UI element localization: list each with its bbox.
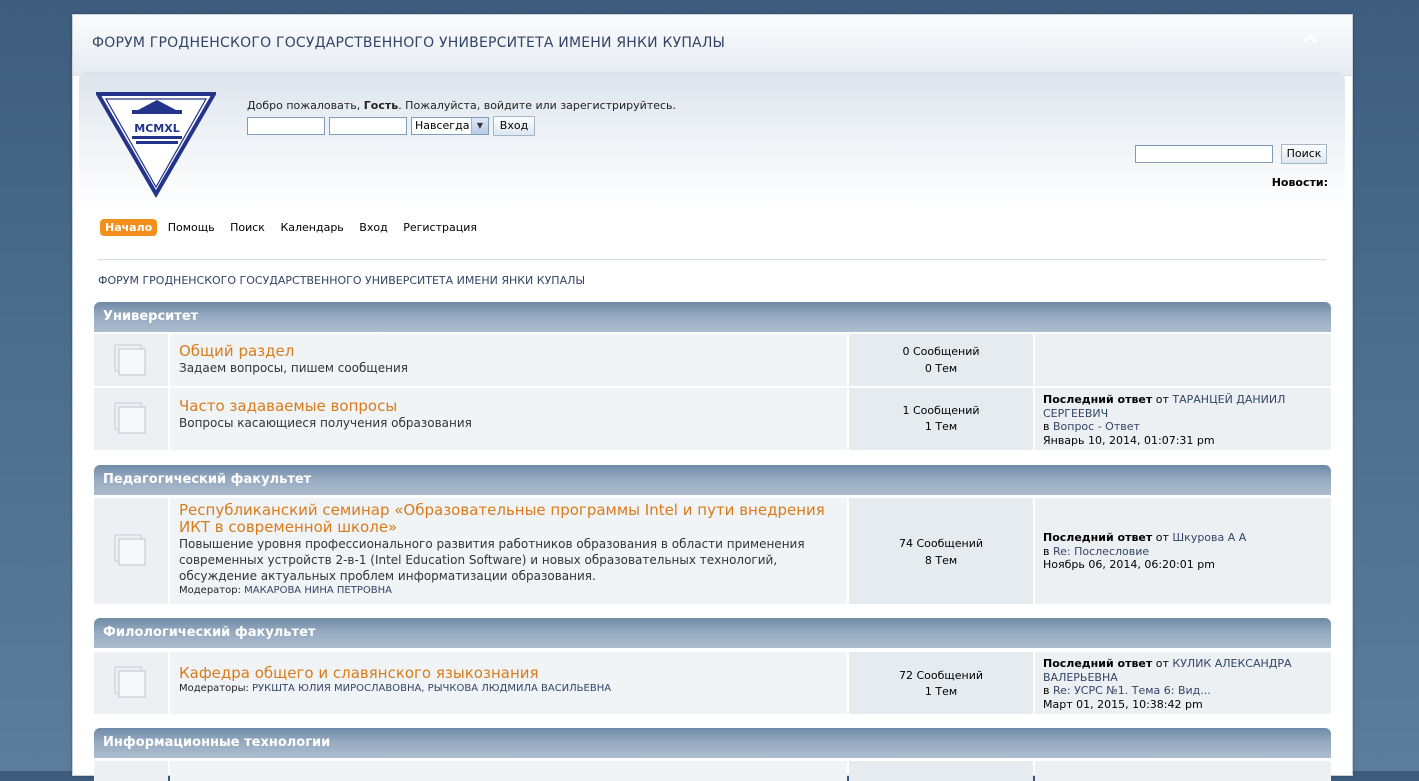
board-icon-cell xyxy=(94,652,168,714)
chevron-down-icon[interactable]: ▼ xyxy=(471,118,488,134)
board-icon-cell xyxy=(94,761,168,781)
moderator-link[interactable]: МАКАРОВА НИНА ПЕТРОВНА xyxy=(244,585,392,596)
board-stats-cell: 1 Сообщений 1 Тем xyxy=(849,388,1033,450)
board-row: Общий раздел Задаем вопросы, пишем сообщ… xyxy=(94,334,1331,386)
password-input[interactable] xyxy=(329,117,407,135)
board-lastpost-cell xyxy=(1035,761,1331,781)
divider xyxy=(98,259,1326,260)
board-link[interactable]: Часто задаваемые вопросы xyxy=(179,398,841,415)
board-info-cell: Общий раздел Задаем вопросы, пишем сообщ… xyxy=(170,334,847,386)
board-info-cell: Кафедра общего и славянского языкознания… xyxy=(170,652,847,714)
last-post-topic[interactable]: Вопрос - Ответ xyxy=(1053,420,1140,433)
in-label: в xyxy=(1043,420,1053,433)
last-post-label: Последний ответ xyxy=(1043,657,1153,670)
board-link[interactable]: Республиканский семинар «Образовательные… xyxy=(179,502,841,536)
search-input[interactable] xyxy=(1135,145,1273,163)
last-post-author[interactable]: Шкурова А А xyxy=(1172,531,1246,544)
cookie-length-select[interactable]: Навсегда ▼ xyxy=(411,117,489,135)
board-description: Вопросы касающиеся получения образования xyxy=(179,416,472,430)
welcome-prefix: Добро пожаловать, xyxy=(247,99,364,112)
category-header[interactable]: Педагогический факультет xyxy=(94,465,1331,495)
board-no-new-posts-icon[interactable] xyxy=(112,532,148,568)
last-post-topic[interactable]: Re: УСРС №1. Тема 6: Вид... xyxy=(1053,684,1211,697)
board-row: Часто задаваемые вопросы Вопросы касающи… xyxy=(94,388,1331,450)
menu-home[interactable]: Начало xyxy=(100,219,158,236)
collapse-header-icon[interactable] xyxy=(1302,31,1318,45)
main-menu: Начало Помощь Поиск Календарь Вход Регис… xyxy=(100,219,484,239)
university-logo: MCMXL xyxy=(96,92,216,198)
board-stats-cell: 74 Сообщений 8 Тем xyxy=(849,498,1033,604)
board-icon-cell xyxy=(94,388,168,450)
board-no-new-posts-icon[interactable] xyxy=(112,400,148,436)
by-label: от xyxy=(1152,393,1173,406)
category-header[interactable]: Информационные технологии xyxy=(94,728,1331,758)
login-button[interactable]: Вход xyxy=(493,116,535,136)
board-lastpost-cell: Последний ответ от Шкурова А А в Re: Пос… xyxy=(1035,498,1331,604)
board-stats-cell: 72 Сообщений 1 Тем xyxy=(849,652,1033,714)
board-lastpost-cell xyxy=(1035,334,1331,386)
top-section: ФОРУМ ГРОДНЕНСКОГО ГОСУДАРСТВЕННОГО УНИВ… xyxy=(73,15,1352,76)
menu-search[interactable]: Поиск xyxy=(225,219,270,236)
by-label: от xyxy=(1152,531,1173,544)
menu-login[interactable]: Вход xyxy=(354,219,392,236)
board-row xyxy=(94,761,1331,781)
board-description: Повышение уровня профессионального разви… xyxy=(179,537,805,583)
board-topics-count: 8 Тем xyxy=(924,554,958,567)
last-post-date: Март 01, 2015, 10:38:42 pm xyxy=(1043,697,1203,711)
board-info-cell: Часто задаваемые вопросы Вопросы касающи… xyxy=(170,388,847,450)
page-wrapper: ФОРУМ ГРОДНЕНСКОГО ГОСУДАРСТВЕННОГО УНИВ… xyxy=(72,14,1353,781)
last-post-date: Ноябрь 06, 2014, 06:20:01 pm xyxy=(1043,558,1215,571)
board-info-cell: Республиканский семинар «Образовательные… xyxy=(170,498,847,604)
welcome-suffix: . Пожалуйста, войдите или зарегистрируйт… xyxy=(398,99,677,112)
moderator-label: Модератор: xyxy=(179,585,245,596)
last-post-date: Январь 10, 2014, 01:07:31 pm xyxy=(1043,433,1215,447)
forum-title: ФОРУМ ГРОДНЕНСКОГО ГОСУДАРСТВЕННОГО УНИВ… xyxy=(92,35,726,51)
moderator-link[interactable]: РУКШТА ЮЛИЯ МИРОСЛАВОВНА, РЫЧКОВА ЛЮДМИЛ… xyxy=(252,683,611,694)
news-label: Новости: xyxy=(1271,176,1328,189)
board-moderators: Модератор: МАКАРОВА НИНА ПЕТРОВНА xyxy=(179,585,841,596)
moderator-label: Модераторы: xyxy=(179,683,253,694)
board-link[interactable]: Кафедра общего и славянского языкознания xyxy=(179,665,841,682)
last-post-label: Последний ответ xyxy=(1043,393,1153,406)
welcome-message: Добро пожаловать, Гость. Пожалуйста, вой… xyxy=(247,99,676,112)
in-label: в xyxy=(1043,684,1053,697)
board-icon-cell xyxy=(94,498,168,604)
board-topics-count: 1 Тем xyxy=(924,685,958,698)
board-topics-count: 0 Тем xyxy=(924,362,958,375)
board-posts-count: 0 Сообщений xyxy=(902,345,980,358)
board-link[interactable]: Общий раздел xyxy=(179,343,841,360)
menu-help[interactable]: Помощь xyxy=(163,219,220,236)
board-topics-count: 1 Тем xyxy=(924,420,958,433)
board-posts-count: 1 Сообщений xyxy=(902,404,980,417)
header-panel: MCMXL Добро пожаловать, Гость. Пожалуйст… xyxy=(79,72,1345,781)
board-row: Республиканский семинар «Образовательные… xyxy=(94,498,1331,604)
board-posts-count: 74 Сообщений xyxy=(898,537,984,550)
board-lastpost-cell: Последний ответ от ТАРАНЦЕЙ ДАНИИЛ СЕРГЕ… xyxy=(1035,388,1331,450)
breadcrumb[interactable]: ФОРУМ ГРОДНЕНСКОГО ГОСУДАРСТВЕННОГО УНИВ… xyxy=(98,274,585,287)
category-header[interactable]: Филологический факультет xyxy=(94,618,1331,648)
board-posts-count: 72 Сообщений xyxy=(898,669,984,682)
svg-text:MCMXL: MCMXL xyxy=(134,122,179,135)
board-stats-cell xyxy=(849,761,1033,781)
board-no-new-posts-icon[interactable] xyxy=(112,664,148,700)
category-header[interactable]: Университет xyxy=(94,302,1331,332)
board-lastpost-cell: Последний ответ от КУЛИК АЛЕКСАНДРА ВАЛЕ… xyxy=(1035,652,1331,714)
board-info-cell xyxy=(170,761,847,781)
board-no-new-posts-icon[interactable] xyxy=(112,342,148,378)
in-label: в xyxy=(1043,544,1053,558)
guest-label: Гость xyxy=(363,99,399,112)
cookie-length-value: Навсегда xyxy=(415,119,470,132)
board-icon-cell xyxy=(94,334,168,386)
search-button[interactable]: Поиск xyxy=(1281,144,1327,164)
last-post-topic[interactable]: Re: Послесловие xyxy=(1053,545,1149,558)
board-description: Задаем вопросы, пишем сообщения xyxy=(179,361,408,375)
board-stats-cell: 0 Сообщений 0 Тем xyxy=(849,334,1033,386)
last-post-label: Последний ответ xyxy=(1043,531,1153,544)
menu-register[interactable]: Регистрация xyxy=(398,219,482,236)
menu-calendar[interactable]: Календарь xyxy=(275,219,348,236)
username-input[interactable] xyxy=(247,117,325,135)
board-row: Кафедра общего и славянского языкознания… xyxy=(94,652,1331,714)
board-moderators: Модераторы: РУКШТА ЮЛИЯ МИРОСЛАВОВНА, РЫ… xyxy=(179,683,841,694)
by-label: от xyxy=(1152,657,1173,670)
